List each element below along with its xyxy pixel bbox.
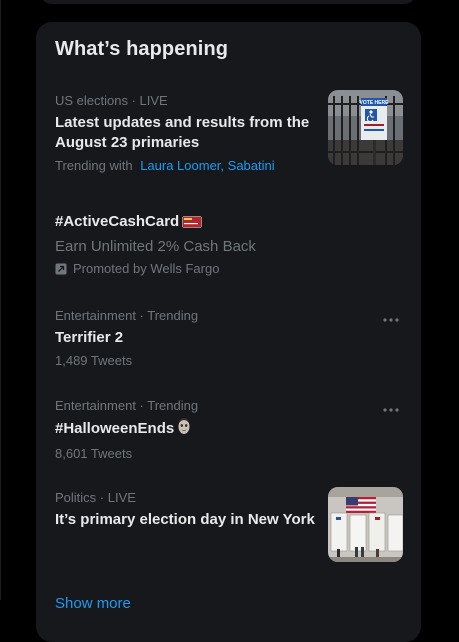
trend-item-headline-row: #ActiveCashCard	[55, 212, 405, 234]
trend-item-terrifier-2[interactable]: Entertainment · Trending Terrifier 2 1,4…	[55, 308, 405, 369]
trending-with-link-laura-loomer[interactable]: Laura Loomer	[140, 158, 220, 173]
trend-headline: #HalloweenEnds	[55, 420, 175, 437]
promoted-label: Promoted by Wells Fargo	[55, 261, 405, 277]
whats-happening-panel: What’s happening US elections · LIVE Lat…	[36, 22, 421, 642]
more-icon[interactable]	[381, 403, 401, 417]
trend-item-promoted-active-cash-card[interactable]: #ActiveCashCard Earn Unlimited 2% Cash B…	[55, 212, 405, 277]
mask-emoji-icon	[177, 418, 191, 441]
trend-context: Entertainment · Trending	[55, 398, 199, 413]
sign-text: VOTE HERE	[360, 100, 390, 106]
trend-item-halloween-ends[interactable]: Entertainment · Trending #HalloweenEnds …	[55, 398, 405, 462]
voting-booths-photo[interactable]	[328, 487, 403, 562]
promoted-icon	[55, 263, 67, 275]
tweet-count: 1,489 Tweets	[55, 353, 133, 368]
trending-with-label: Trending with	[55, 158, 133, 173]
more-icon[interactable]	[381, 313, 401, 327]
trend-headline: It’s primary election day in New York	[55, 511, 315, 528]
panel-title: What’s happening	[55, 38, 229, 60]
trend-headline: #ActiveCashCard	[55, 213, 180, 230]
vote-here-sign-photo[interactable]: VOTE HERE	[328, 90, 403, 165]
timeline-divider	[0, 0, 1, 600]
previous-panel-edge	[40, 0, 416, 4]
trend-headline: Terrifier 2	[55, 329, 124, 346]
promoted-subtitle: Earn Unlimited 2% Cash Back	[55, 238, 256, 255]
show-more-link[interactable]: Show more	[55, 595, 131, 612]
trend-item-headline-row: #HalloweenEnds	[55, 418, 405, 441]
tweet-count: 8,601 Tweets	[55, 446, 133, 461]
trending-with-link-sabatini[interactable]: Sabatini	[228, 158, 275, 173]
us-flag	[346, 497, 376, 513]
trend-headline: Latest updates and results from the Augu…	[55, 114, 310, 151]
trending-with-separator: ,	[220, 158, 228, 173]
promoted-by-text: Promoted by Wells Fargo	[73, 261, 220, 276]
trend-context: Entertainment · Trending	[55, 308, 199, 323]
card-emoji-icon	[182, 214, 202, 234]
